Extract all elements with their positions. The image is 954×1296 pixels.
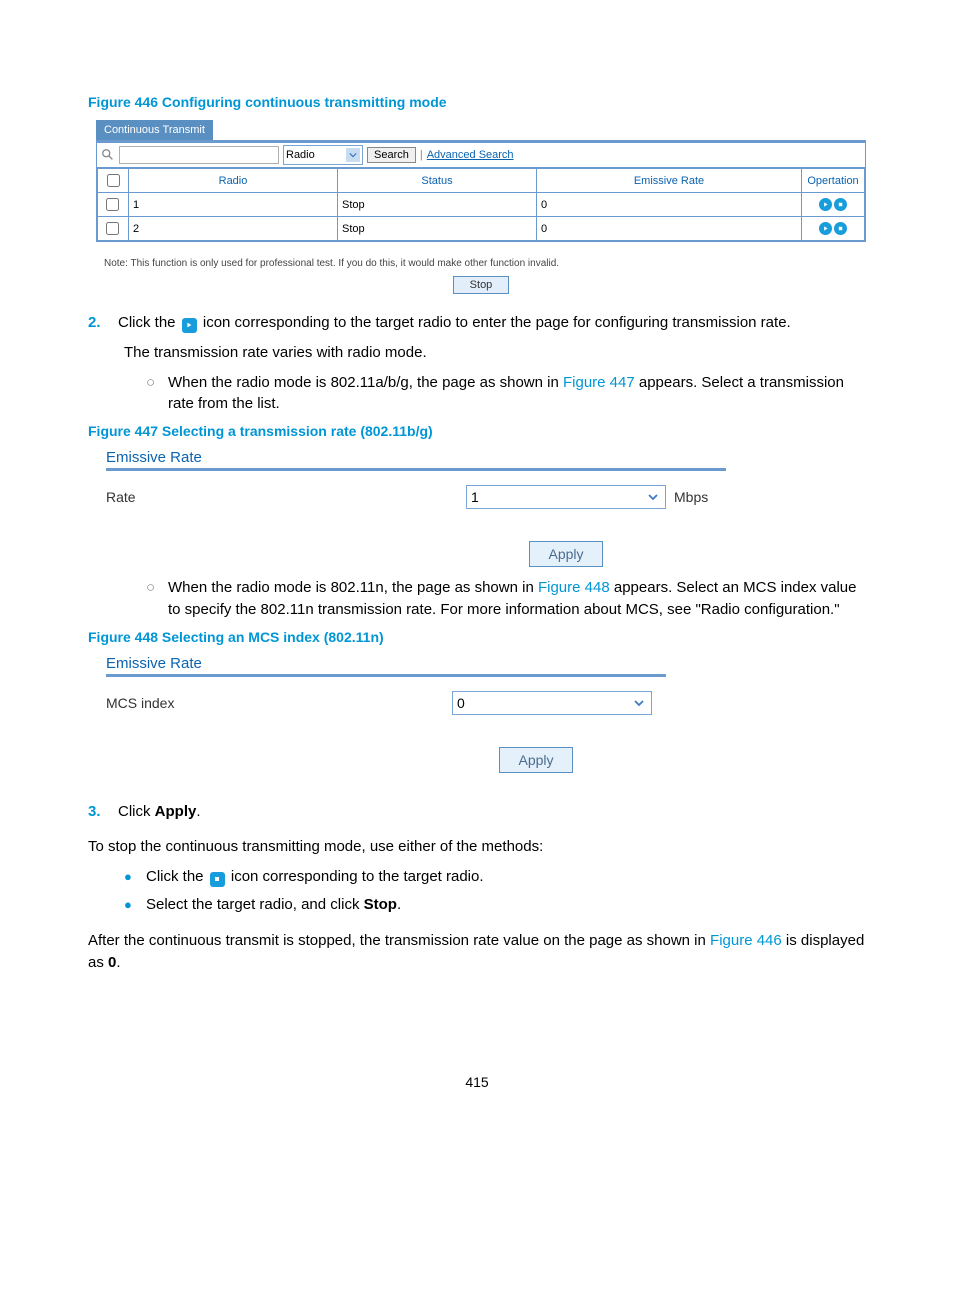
figure-446-screenshot: Continuous Transmit Radio Search | Advan… (96, 120, 866, 294)
page-number: 415 (88, 1074, 866, 1090)
text: Click the (118, 314, 180, 331)
panel-title: Emissive Rate (106, 449, 726, 468)
chevron-down-icon (631, 695, 647, 711)
radio-table: Radio Status Emissive Rate Opertation 1 … (97, 168, 865, 241)
search-button[interactable]: Search (367, 147, 416, 163)
body-text: To stop the continuous transmitting mode… (88, 836, 866, 858)
rate-unit: Mbps (674, 489, 708, 505)
figure-446-link[interactable]: Figure 446 (710, 932, 782, 949)
rate-value: 1 (471, 489, 479, 505)
rate-label: Rate (106, 489, 466, 505)
figure-447-link[interactable]: Figure 447 (563, 374, 635, 391)
play-icon[interactable] (819, 222, 832, 235)
cell-status: Stop (338, 217, 537, 241)
mcs-label: MCS index (106, 695, 452, 711)
text: Click (118, 803, 155, 820)
figure-446-caption: Figure 446 Configuring continuous transm… (88, 94, 866, 110)
step-2: 2. Click the icon corresponding to the t… (88, 312, 866, 334)
bullet: ● Click the icon corresponding to the ta… (124, 866, 866, 888)
mcs-select[interactable]: 0 (452, 691, 652, 715)
table-row: 2 Stop 0 (98, 217, 865, 241)
body-text: The transmission rate varies with radio … (124, 342, 866, 364)
rate-select[interactable]: 1 (466, 485, 666, 509)
stop-button[interactable]: Stop (453, 276, 510, 294)
cell-rate: 0 (537, 217, 802, 241)
col-status: Status (338, 169, 537, 193)
text: Apply (155, 803, 197, 820)
note-text: Note: This function is only used for pro… (104, 258, 866, 269)
step-number: 2. (88, 312, 118, 334)
advanced-search-link[interactable]: Advanced Search (427, 149, 514, 161)
search-input[interactable] (119, 146, 279, 164)
search-field-value: Radio (286, 149, 315, 161)
play-icon[interactable] (819, 198, 832, 211)
text: When the radio mode is 802.11n, the page… (168, 579, 538, 596)
cell-radio: 2 (129, 217, 338, 241)
bullet: ● Select the target radio, and click Sto… (124, 894, 866, 916)
text: . (397, 896, 401, 913)
panel-title: Emissive Rate (106, 655, 666, 674)
figure-447-caption: Figure 447 Selecting a transmission rate… (88, 423, 866, 439)
stop-icon[interactable] (834, 222, 847, 235)
step-number: 3. (88, 801, 118, 823)
figure-448-caption: Figure 448 Selecting an MCS index (802.1… (88, 629, 866, 645)
chevron-down-icon (645, 489, 661, 505)
stop-icon (210, 872, 225, 887)
table-row: 1 Stop 0 (98, 193, 865, 217)
text: . (196, 803, 200, 820)
figure-448-link[interactable]: Figure 448 (538, 579, 610, 596)
apply-button[interactable]: Apply (499, 747, 572, 773)
text: . (116, 954, 120, 971)
select-all-checkbox[interactable] (107, 174, 120, 187)
text: icon corresponding to the target radio t… (203, 314, 791, 331)
col-rate: Emissive Rate (537, 169, 802, 193)
cell-radio: 1 (129, 193, 338, 217)
row-checkbox[interactable] (106, 222, 119, 235)
text: After the continuous transmit is stopped… (88, 932, 710, 949)
continuous-transmit-tab[interactable]: Continuous Transmit (96, 120, 213, 140)
chevron-down-icon (346, 148, 360, 162)
sub-bullet: ○ When the radio mode is 802.11a/b/g, th… (146, 372, 866, 416)
sub-bullet: ○ When the radio mode is 802.11n, the pa… (146, 577, 866, 621)
mcs-value: 0 (457, 695, 465, 711)
cell-status: Stop (338, 193, 537, 217)
search-icon (101, 148, 115, 162)
text: When the radio mode is 802.11a/b/g, the … (168, 374, 563, 391)
text: Stop (364, 896, 397, 913)
col-radio: Radio (129, 169, 338, 193)
step-3: 3. Click Apply. (88, 801, 866, 823)
search-field-select[interactable]: Radio (283, 145, 363, 165)
text: Select the target radio, and click (146, 896, 364, 913)
body-text: After the continuous transmit is stopped… (88, 930, 866, 974)
stop-icon[interactable] (834, 198, 847, 211)
text: icon corresponding to the target radio. (231, 868, 484, 885)
cell-rate: 0 (537, 193, 802, 217)
apply-button[interactable]: Apply (529, 541, 602, 567)
figure-448-screenshot: Emissive Rate MCS index 0 Apply (106, 655, 666, 773)
row-checkbox[interactable] (106, 198, 119, 211)
col-operation: Opertation (802, 169, 865, 193)
play-icon (182, 318, 197, 333)
figure-447-screenshot: Emissive Rate Rate 1 Mbps Apply (106, 449, 726, 567)
text: Click the (146, 868, 208, 885)
